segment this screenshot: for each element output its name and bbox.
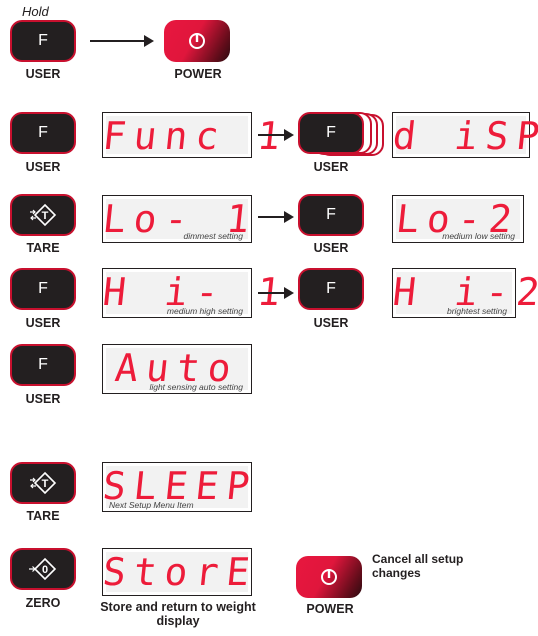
user-label: USER	[313, 316, 349, 330]
tare-icon: T	[30, 471, 57, 495]
display-caption: medium low setting	[442, 231, 515, 241]
display-lo2: Lo-2 medium low setting	[392, 195, 524, 243]
tare-key[interactable]: T	[10, 462, 76, 504]
zero-icon: 0	[29, 557, 57, 581]
arrow-icon	[90, 40, 146, 42]
display-text: d iSPL	[390, 114, 538, 158]
store-note: Store and return to weight display	[100, 600, 256, 628]
user-label: USER	[25, 316, 61, 330]
arrow-icon	[258, 292, 286, 294]
tare-key[interactable]: T	[10, 194, 76, 236]
f-key[interactable]: F	[10, 344, 76, 386]
user-label: USER	[25, 67, 61, 81]
f-key-label: F	[38, 124, 48, 141]
display-hi1: H i- 1 medium high setting	[101, 268, 291, 318]
arrow-icon	[258, 134, 286, 136]
tare-label: TARE	[26, 241, 60, 255]
f-key[interactable]: F	[10, 268, 76, 310]
power-icon	[321, 569, 337, 585]
svg-text:T: T	[42, 478, 49, 490]
tare-label: TARE	[26, 509, 60, 523]
display-caption: Next Setup Menu Item	[109, 500, 194, 510]
power-label: POWER	[174, 67, 222, 81]
display-caption: dimmest setting	[183, 231, 243, 241]
f-key-label: F	[38, 32, 48, 49]
f-key[interactable]: F	[298, 268, 364, 310]
display-caption: light sensing auto setting	[149, 382, 243, 392]
f-key-label: F	[326, 124, 336, 141]
arrow-head-icon	[284, 287, 294, 299]
f-key-label: F	[38, 280, 48, 297]
f-key[interactable]: F	[298, 112, 364, 154]
f-key-label: F	[326, 206, 336, 223]
svg-text:T: T	[42, 210, 49, 222]
power-key[interactable]	[164, 20, 230, 62]
display-auto: Auto light sensing auto setting	[102, 344, 252, 394]
user-label: USER	[313, 160, 349, 174]
power-label: POWER	[306, 602, 354, 616]
display-text: StorE	[100, 550, 260, 594]
display-hi2: H i-2 brightest setting	[391, 268, 538, 318]
power-key[interactable]	[296, 556, 362, 598]
user-label: USER	[313, 241, 349, 255]
cancel-note: Cancel all setup changes	[372, 552, 464, 580]
display-store: StorE	[100, 548, 260, 596]
arrow-icon	[258, 216, 286, 218]
display-func1: Func 1	[100, 112, 291, 158]
hold-label: Hold	[22, 4, 49, 19]
display-caption: brightest setting	[446, 306, 507, 316]
arrow-head-icon	[144, 35, 154, 47]
display-caption: medium high setting	[166, 306, 243, 316]
f-key[interactable]: F	[10, 112, 76, 154]
tare-icon: T	[30, 203, 57, 227]
user-label: USER	[25, 392, 61, 406]
user-label: USER	[25, 160, 61, 174]
f-key-label: F	[38, 356, 48, 373]
zero-key[interactable]: 0	[10, 548, 76, 590]
arrow-head-icon	[284, 129, 294, 141]
zero-label: ZERO	[25, 596, 61, 610]
arrow-head-icon	[284, 211, 294, 223]
f-key-label: F	[326, 280, 336, 297]
f-key[interactable]: F	[298, 194, 364, 236]
display-displ: d iSPL	[390, 112, 538, 158]
display-lo1: Lo- 1 dimmest setting	[101, 195, 260, 243]
svg-text:0: 0	[42, 564, 48, 576]
display-text: Func 1	[100, 114, 291, 158]
f-key[interactable]: F	[10, 20, 76, 62]
display-sleep: SLEEP Next Setup Menu Item	[101, 462, 260, 512]
power-icon	[189, 33, 205, 49]
